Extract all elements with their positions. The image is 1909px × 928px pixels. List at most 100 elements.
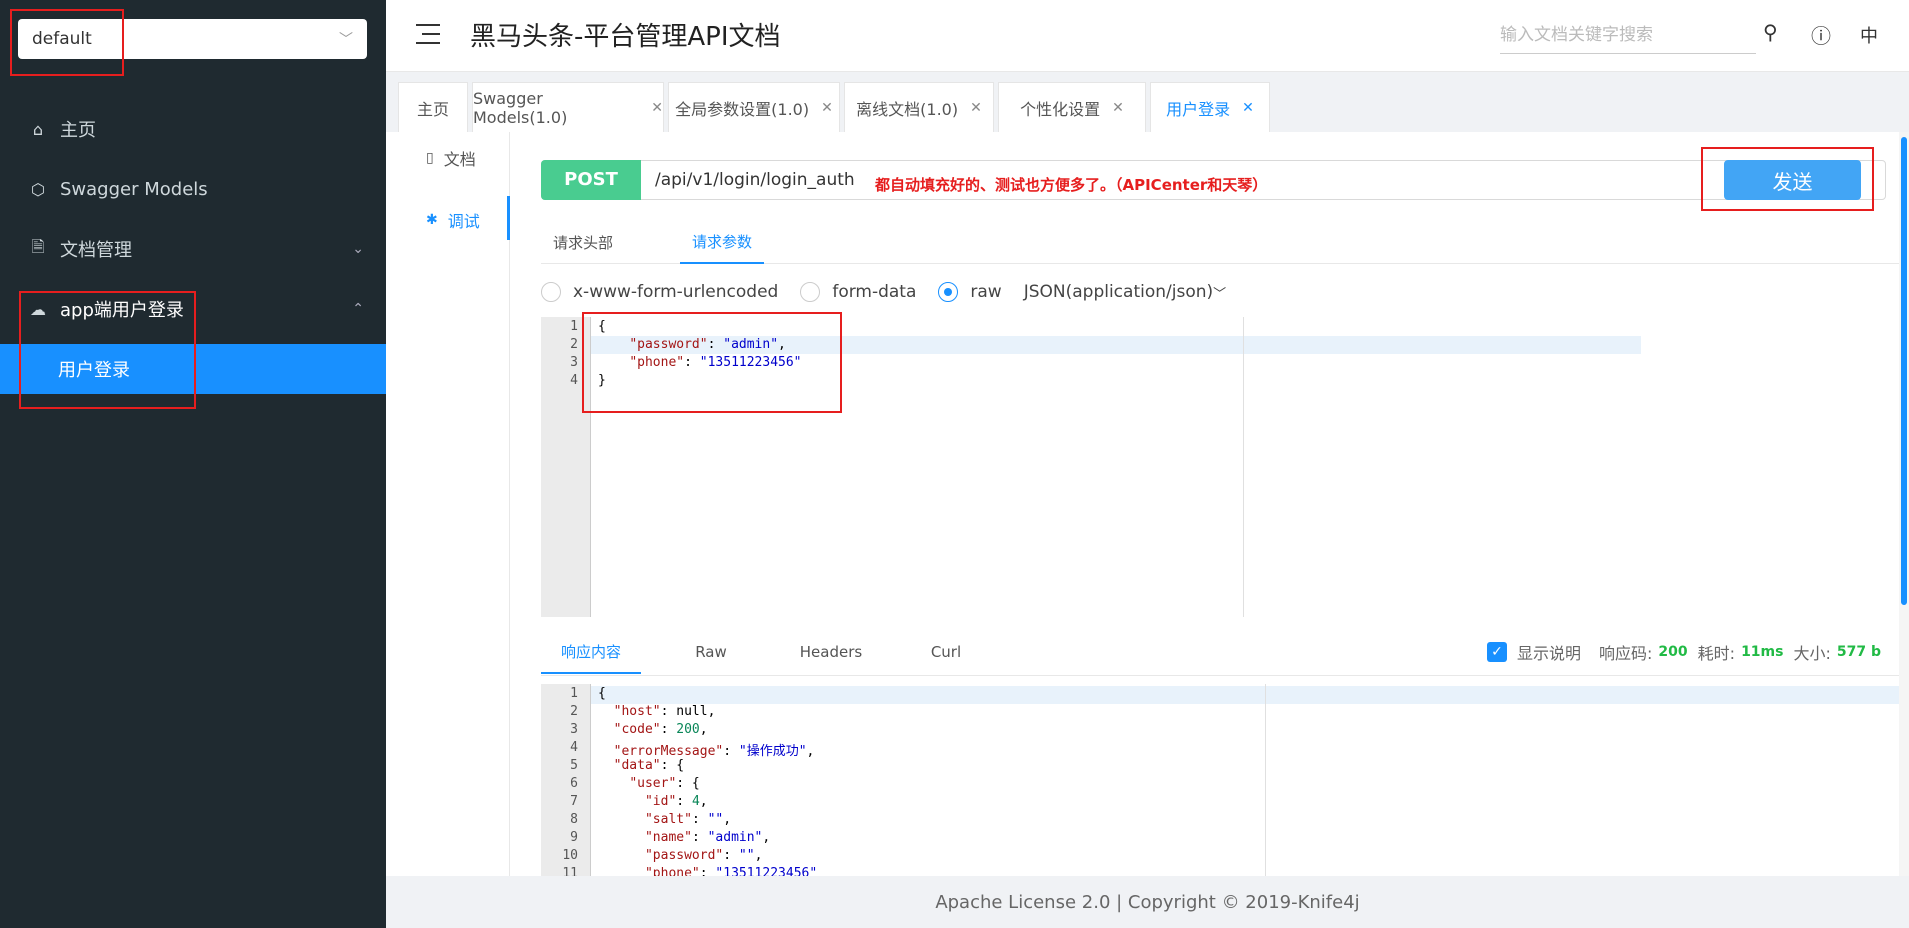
response-info: ✓ 显示说明 响应码: 200 耗时: 11ms 大小: 577 b: [1487, 640, 1881, 664]
line-number: 5: [570, 758, 578, 773]
sidebar: default ﹀ ⌂ 主页 ⬡ Swagger Models 🗎 文档管理 ⌄…: [0, 0, 386, 928]
tab-raw[interactable]: Raw: [681, 630, 741, 674]
chevron-down-icon: ﹀: [339, 32, 353, 48]
sidebar-item-home[interactable]: ⌂ 主页: [0, 99, 386, 159]
code-line: "phone": "13511223456": [629, 355, 802, 370]
line-number: 6: [570, 776, 578, 791]
sidebar-item-app-login[interactable]: ☁ app端用户登录 ⌃: [0, 279, 386, 339]
code-line: "password": "",: [644, 848, 763, 863]
radio-label: form-data: [832, 282, 917, 302]
scrollbar[interactable]: [1899, 132, 1909, 876]
doc-settings-icon: 🗎: [31, 236, 45, 256]
line-number: 4: [570, 373, 578, 388]
size-label: 大小:: [1793, 644, 1831, 663]
language-toggle[interactable]: 中: [1860, 22, 1878, 48]
chevron-up-icon: ⌃: [352, 301, 364, 317]
tab-label: 用户登录: [1166, 99, 1231, 119]
body-type-selector: x-www-form-urlencoded form-data raw JSON…: [541, 277, 1226, 307]
radio-label: x-www-form-urlencoded: [573, 282, 779, 302]
response-body-editor[interactable]: 1 2 3 4 5 6 7 8 9 10 11 { "host": null, …: [541, 684, 1909, 876]
code-line: "errorMessage": "操作成功",: [613, 744, 815, 759]
active-indicator: [507, 196, 510, 240]
code-line: "salt": "",: [644, 812, 732, 827]
radio-urlencoded[interactable]: [541, 282, 561, 302]
radio-label: raw: [970, 282, 1002, 302]
tab-label: 全局参数设置(1.0): [675, 99, 810, 119]
footer: Apache License 2.0 | Copyright © 2019-Kn…: [386, 876, 1909, 928]
main-content: ▯ 文档 ✱ 调试 POST /api/v1/login/login_auth …: [386, 132, 1909, 876]
status-code: 200: [1658, 644, 1688, 660]
tab-home[interactable]: 主页: [398, 82, 468, 132]
editor-gutter: 1 2 3 4: [541, 317, 591, 617]
line-number: 9: [570, 830, 578, 845]
nav-debug[interactable]: ✱ 调试: [426, 208, 480, 232]
close-icon[interactable]: ✕: [970, 100, 982, 116]
tab-label: 离线文档(1.0): [856, 99, 959, 119]
print-margin: [1243, 317, 1244, 617]
code-line: "name": "admin",: [644, 830, 771, 845]
line-number: 8: [570, 812, 578, 827]
close-icon[interactable]: ✕: [821, 100, 833, 116]
radio-raw[interactable]: [938, 282, 959, 302]
tab-bar: 主页 Swagger Models(1.0) ✕ 全局参数设置(1.0) ✕ 离…: [386, 72, 1909, 132]
annotation-text: 都自动填充好的、测试也方便多了。（APICenter和天琴）: [875, 176, 1268, 194]
line-number: 2: [570, 337, 578, 352]
code-line: "host": null,: [613, 704, 716, 719]
sidebar-item-doc-management[interactable]: 🗎 文档管理 ⌄: [0, 219, 386, 279]
nav-doc-label: 文档: [443, 150, 476, 169]
line-number: 7: [570, 794, 578, 809]
tab-curl[interactable]: Curl: [916, 630, 976, 674]
tab-user-login[interactable]: 用户登录 ✕: [1150, 82, 1270, 132]
group-select[interactable]: default ﹀: [18, 19, 367, 59]
tab-request-params[interactable]: 请求参数: [680, 220, 764, 264]
radio-formdata[interactable]: [800, 282, 821, 302]
group-select-value: default: [32, 29, 92, 49]
sidebar-item-swagger-models[interactable]: ⬡ Swagger Models: [0, 159, 386, 219]
time-label: 耗时:: [1697, 644, 1736, 663]
search-input[interactable]: [1500, 16, 1756, 54]
tab-personalize[interactable]: 个性化设置 ✕: [998, 82, 1146, 132]
response-time: 11ms: [1741, 644, 1784, 660]
tab-global-params[interactable]: 全局参数设置(1.0) ✕: [668, 82, 840, 132]
sidebar-subitem-user-login[interactable]: 用户登录: [0, 344, 386, 394]
tab-label: 个性化设置: [1020, 99, 1101, 119]
chevron-down-icon: ﹀: [1213, 286, 1227, 302]
tab-swagger-models[interactable]: Swagger Models(1.0) ✕: [472, 82, 664, 132]
search-icon[interactable]: ⚲: [1763, 20, 1778, 44]
response-size: 577 b: [1836, 644, 1881, 660]
tab-request-headers[interactable]: 请求头部: [541, 220, 625, 264]
show-desc-checkbox[interactable]: ✓: [1487, 642, 1507, 662]
show-desc-label: 显示说明: [1517, 644, 1582, 663]
tab-headers[interactable]: Headers: [791, 630, 871, 674]
code-line: "id": 4,: [644, 794, 708, 809]
line-number: 1: [570, 319, 578, 334]
chevron-down-icon: ⌄: [352, 241, 364, 257]
menu-toggle-icon[interactable]: [416, 24, 440, 46]
response-tabs: 响应内容 Raw Headers Curl ✓ 显示说明 响应码: 200 耗时…: [541, 630, 1909, 676]
code-line: {: [598, 686, 606, 701]
close-icon[interactable]: ✕: [651, 100, 663, 116]
code-line: "password": "admin",: [629, 337, 786, 352]
line-number: 4: [570, 740, 578, 755]
line-number: 10: [562, 848, 578, 863]
close-icon[interactable]: ✕: [1242, 100, 1254, 116]
bug-icon: ✱: [426, 212, 438, 228]
cloud-icon: ☁: [30, 299, 46, 319]
request-body-editor[interactable]: 1 2 3 4 { "password": "admin", "phone": …: [541, 312, 1641, 617]
scrollbar-thumb[interactable]: [1901, 137, 1907, 605]
tab-response-content[interactable]: 响应内容: [541, 630, 641, 674]
editor-gutter: 1 2 3 4 5 6 7 8 9 10 11: [541, 684, 591, 876]
close-icon[interactable]: ✕: [1112, 100, 1124, 116]
code-line: "code": 200,: [613, 722, 708, 737]
print-margin: [1265, 684, 1266, 876]
line-number: 11: [562, 866, 578, 876]
nav-doc[interactable]: ▯ 文档: [426, 146, 476, 170]
tab-offline-docs[interactable]: 离线文档(1.0) ✕: [844, 82, 994, 132]
url-input[interactable]: /api/v1/login/login_auth: [655, 170, 855, 190]
help-icon[interactable]: ⓘ: [1811, 20, 1831, 49]
page-title: 黑马头条-平台管理API文档: [470, 22, 781, 52]
nav-debug-label: 调试: [447, 212, 480, 231]
content-type-select[interactable]: JSON(application/json): [1024, 282, 1213, 302]
tab-label: Swagger Models(1.0): [473, 88, 568, 127]
send-button[interactable]: 发送: [1724, 160, 1861, 200]
